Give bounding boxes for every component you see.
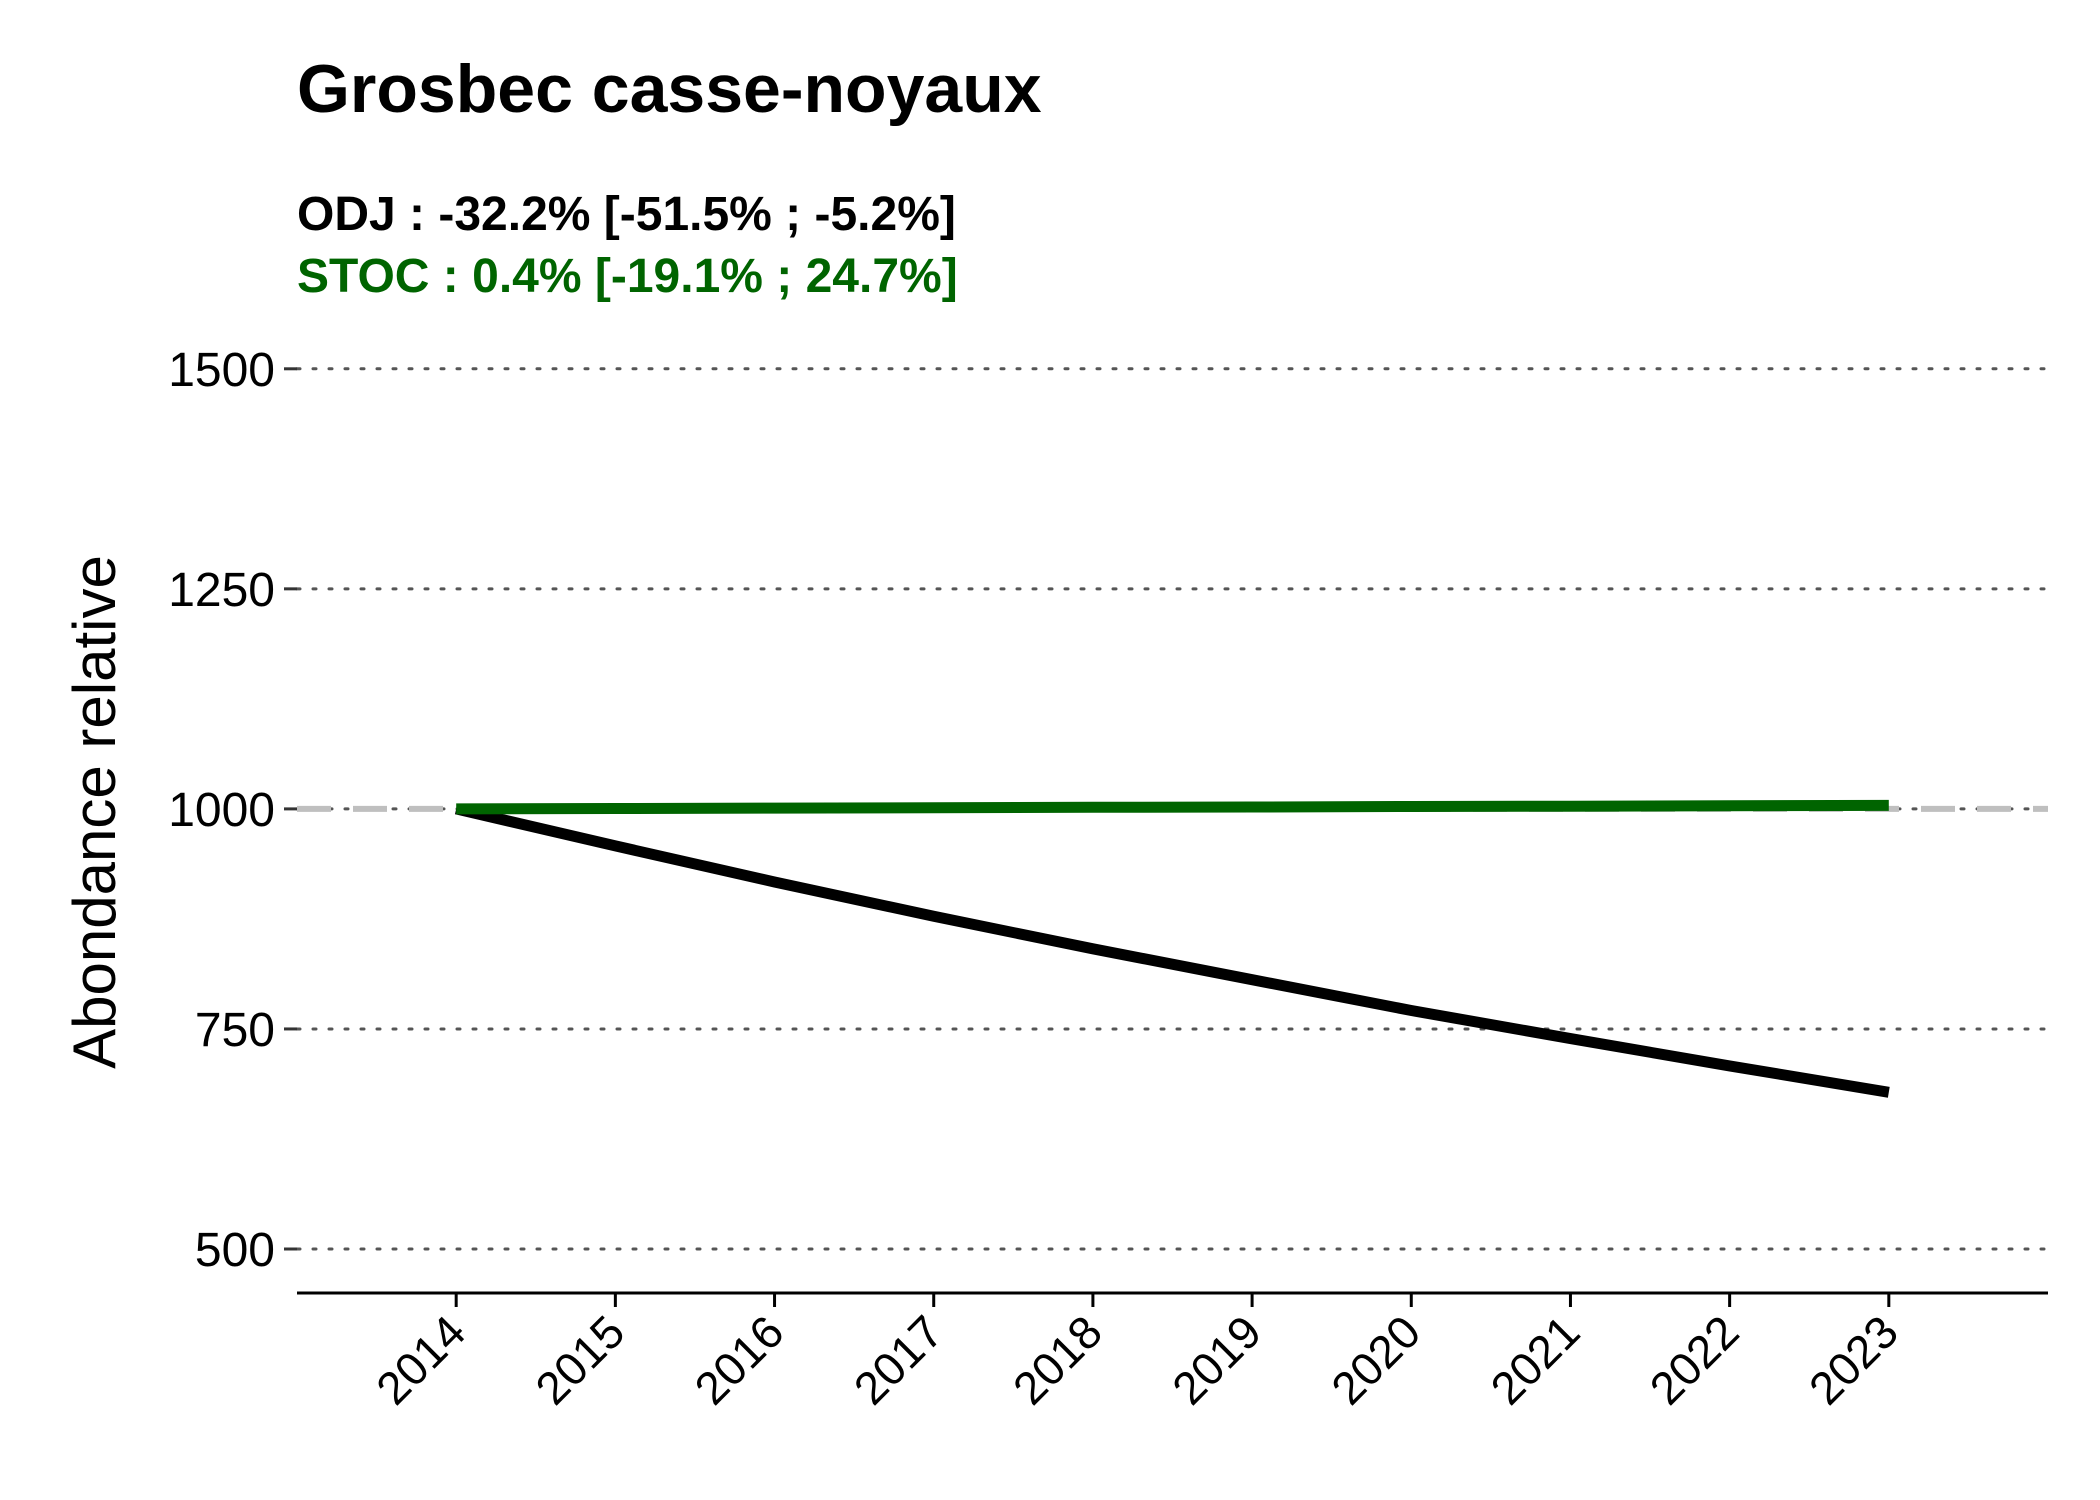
series-line-stoc bbox=[456, 799, 1889, 815]
x-tick-label-2018: 2018 bbox=[1003, 1305, 1112, 1414]
x-tick-label-2021: 2021 bbox=[1480, 1305, 1589, 1414]
x-tick-label-2015: 2015 bbox=[525, 1305, 634, 1414]
y-tick-labels: 500 750 1000 1250 1500 bbox=[168, 344, 297, 1277]
y-axis-label: Abondance relative bbox=[61, 555, 128, 1069]
x-tick-label-2016: 2016 bbox=[684, 1305, 793, 1414]
subtitle-odj: ODJ : -32.2% [-51.5% ; -5.2%] bbox=[297, 188, 956, 241]
subtitle-stoc: STOC : 0.4% [-19.1% ; 24.7%] bbox=[297, 250, 958, 303]
x-tick-label-2022: 2022 bbox=[1640, 1305, 1749, 1414]
chart-title: Grosbec casse-noyaux bbox=[297, 51, 1042, 127]
x-tick-label-2014: 2014 bbox=[366, 1305, 475, 1414]
x-tick-label-2019: 2019 bbox=[1162, 1305, 1271, 1414]
series-line-odj bbox=[454, 803, 1890, 1098]
x-axis: 2014 2015 2016 2017 2018 2019 2020 2021 2022 2023 bbox=[297, 1291, 2048, 1414]
y-tick-label-1000: 1000 bbox=[168, 784, 275, 837]
series-lines bbox=[454, 799, 1890, 1098]
y-tick-label-500: 500 bbox=[195, 1224, 275, 1277]
chart: Grosbec casse-noyaux ODJ : -32.2% [-51.5… bbox=[61, 51, 2050, 1414]
x-tick-label-2020: 2020 bbox=[1321, 1305, 1430, 1414]
x-tick-label-2017: 2017 bbox=[844, 1305, 953, 1414]
y-tick-label-750: 750 bbox=[195, 1004, 275, 1057]
y-tick-label-1500: 1500 bbox=[168, 344, 275, 397]
y-tick-label-1250: 1250 bbox=[168, 564, 275, 617]
x-tick-label-2023: 2023 bbox=[1799, 1305, 1908, 1414]
